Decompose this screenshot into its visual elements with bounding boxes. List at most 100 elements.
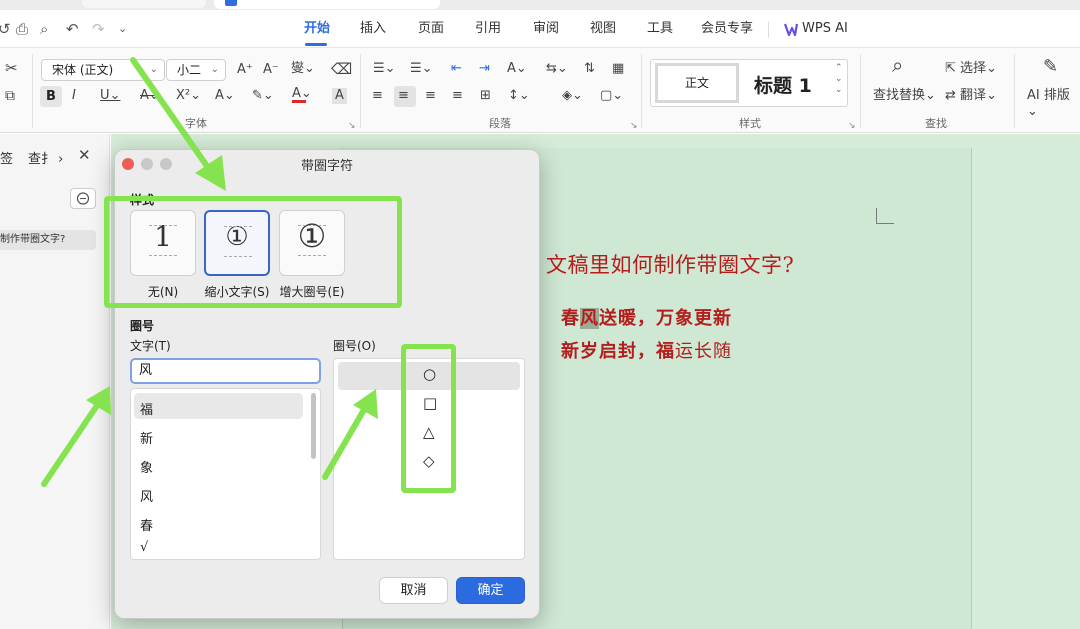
cancel-button[interactable]: 取消: [379, 577, 448, 604]
print-preview-icon[interactable]: ⌕: [40, 20, 48, 38]
shading-icon[interactable]: ◈⌄: [562, 88, 583, 104]
phonetic-guide-icon[interactable]: 燮⌄: [291, 61, 315, 77]
chevron-down-icon: ⌄: [210, 64, 219, 75]
tab-find-pane[interactable]: 查扌 ›: [28, 148, 63, 167]
highlight-icon[interactable]: ✎⌄: [252, 88, 274, 104]
decrease-indent-icon[interactable]: ⇤: [451, 61, 462, 77]
document-heading[interactable]: 文稿里如何制作带圈文字?: [546, 249, 794, 279]
text-field-label: 文字(T): [130, 339, 171, 353]
tab-references[interactable]: 引用: [475, 20, 501, 38]
strikethrough-icon[interactable]: A⌄: [140, 88, 160, 104]
page-margin-marker: [876, 208, 894, 224]
expand-icon[interactable]: ↘: [630, 118, 638, 134]
justify-icon[interactable]: ≡: [452, 88, 463, 104]
ai-layout-button[interactable]: AI 排版⌄: [1027, 88, 1080, 120]
grow-font-icon[interactable]: A⁺: [237, 62, 253, 78]
shape-field-label: 圈号(O): [333, 339, 376, 353]
menu-bar: ↺ ⎙ ⌕ ↶ ↷ ⌄ 开始 插入 页面 引用 审阅 视图 工具 会员专享 WP…: [0, 10, 1080, 47]
tab-wps-ai[interactable]: WPS AI: [802, 20, 848, 38]
list-item[interactable]: 春: [140, 515, 153, 534]
sort-icon[interactable]: ⇅: [584, 61, 595, 77]
tab-review[interactable]: 审阅: [533, 20, 559, 38]
superscript-icon[interactable]: X²⌄: [176, 88, 201, 104]
shrink-font-icon[interactable]: A⁻: [263, 62, 279, 78]
borders-icon[interactable]: ▢⌄: [600, 88, 623, 104]
eraser-icon[interactable]: ⌫: [331, 61, 352, 77]
style-normal[interactable]: 正文: [655, 63, 739, 103]
select-label: 选择: [960, 61, 987, 76]
redo-partial-icon[interactable]: ↺: [0, 20, 11, 38]
list-item[interactable]: √: [140, 540, 148, 555]
document-line-1[interactable]: 春风送暖，万象更新: [561, 304, 732, 330]
char-spacing-icon[interactable]: A⌄: [507, 61, 527, 77]
tab-find-label: 查扌: [28, 152, 55, 167]
tab-tools[interactable]: 工具: [647, 20, 673, 38]
ribbon-divider: [32, 54, 33, 128]
chevron-down-icon[interactable]: ⌄: [118, 20, 127, 38]
cut-icon[interactable]: ✂: [5, 60, 18, 76]
select-button[interactable]: ⇱ 选择⌄: [945, 61, 997, 77]
bullet-list-icon[interactable]: ☰⌄: [373, 61, 396, 77]
underline-icon[interactable]: U⌄: [100, 88, 120, 104]
style-gallery-scroll[interactable]: ⌃ ⌄ ⌄: [835, 63, 843, 96]
font-size-select[interactable]: 小二 ⌄: [166, 59, 226, 81]
text-input[interactable]: 风: [130, 358, 321, 384]
expand-icon[interactable]: ↘: [848, 118, 856, 134]
text-effect-icon[interactable]: A⌄: [215, 88, 235, 104]
redo-icon[interactable]: ↷: [92, 20, 105, 38]
increase-indent-icon[interactable]: ⇥: [479, 61, 490, 77]
align-center-icon[interactable]: ≡: [398, 88, 409, 104]
list-item[interactable]: 福: [140, 399, 153, 418]
tab-bookmarks[interactable]: 签: [0, 148, 13, 167]
search-icon[interactable]: ⌕: [892, 55, 903, 75]
ok-button[interactable]: 确定: [456, 577, 525, 604]
distribute-icon[interactable]: ⊞: [480, 88, 491, 104]
style-heading-1[interactable]: 标题 1: [754, 71, 812, 98]
list-item[interactable]: 象: [140, 457, 153, 476]
translate-label: 翻译: [960, 88, 987, 103]
tab-membership[interactable]: 会员专享: [701, 20, 753, 38]
tab-page[interactable]: 页面: [418, 20, 444, 38]
nav-heading-item[interactable]: 制作带圈文字?: [0, 230, 96, 250]
italic-icon[interactable]: I: [72, 88, 76, 104]
bold-button[interactable]: B: [40, 86, 62, 107]
list-item[interactable]: 新: [140, 428, 153, 447]
document-line-2[interactable]: 新岁启封，福运长随: [561, 337, 732, 363]
copy-icon[interactable]: ⧉: [5, 88, 15, 104]
align-right-icon[interactable]: ≡: [425, 88, 436, 104]
character-list-scrollbar[interactable]: [311, 393, 316, 459]
nav-options-button[interactable]: [70, 188, 96, 209]
table-border-icon[interactable]: ▦: [612, 61, 624, 77]
font-size-value: 小二: [177, 63, 202, 77]
font-name-select[interactable]: 宋体 (正文) ⌄: [41, 59, 165, 81]
align-left-icon[interactable]: ≡: [372, 88, 383, 104]
translate-button[interactable]: ⇄ 翻译⌄: [945, 88, 997, 104]
tab-insert[interactable]: 插入: [360, 20, 386, 38]
circle-section-label: 圈号: [130, 319, 155, 333]
numbered-list-icon[interactable]: ☰⌄: [410, 61, 433, 77]
text-direction-icon[interactable]: ⇆⌄: [546, 61, 568, 77]
circle-icon: [76, 192, 90, 205]
close-icon[interactable]: ✕: [78, 146, 91, 164]
window-tab-inactive[interactable]: [82, 0, 206, 8]
char-shading-icon[interactable]: A: [332, 88, 347, 104]
line1-text-b: 送暖，万象更新: [599, 308, 732, 329]
font-color-swatch: [292, 100, 306, 103]
tab-home[interactable]: 开始: [304, 20, 330, 38]
line2-normal-text: 运长随: [675, 341, 732, 362]
line-spacing-icon[interactable]: ↕⌄: [508, 88, 530, 104]
expand-icon[interactable]: ↘: [348, 118, 356, 134]
ribbon-divider: [860, 54, 861, 128]
ai-layout-icon[interactable]: ✎: [1043, 58, 1058, 76]
undo-icon[interactable]: ↶: [66, 20, 79, 38]
print-icon[interactable]: ⎙: [16, 20, 28, 38]
list-item[interactable]: 风: [140, 486, 153, 505]
document-icon: [225, 0, 237, 6]
group-label-font: 字体: [185, 117, 207, 130]
window-tab-active[interactable]: [214, 0, 440, 9]
ribbon-divider: [641, 54, 642, 128]
wps-ai-logo-icon: [784, 23, 798, 36]
tab-view[interactable]: 视图: [590, 20, 616, 38]
find-replace-button[interactable]: 查找替换⌄: [873, 88, 936, 104]
ribbon-toolbar: ✂ ⧉ 宋体 (正文) ⌄ 小二 ⌄ A⁺ A⁻ 燮⌄ ⌫ B I U⌄ A⌄ …: [0, 47, 1080, 133]
